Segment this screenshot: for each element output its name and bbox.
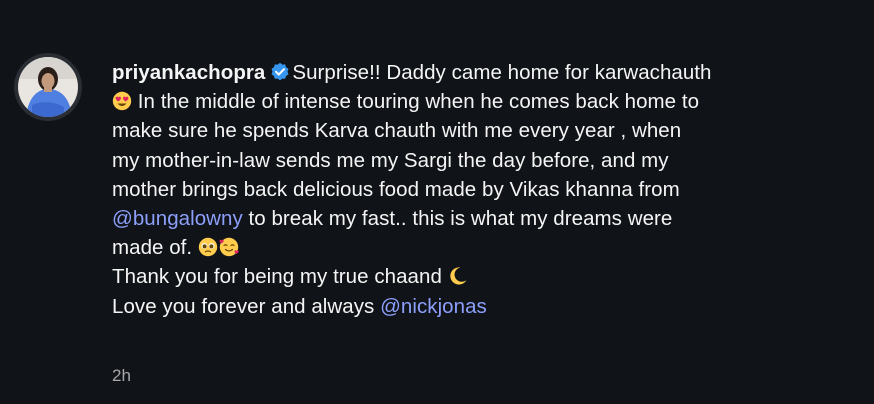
caption-line-4: my mother-in-law sends me my Sargi the d… [112, 148, 669, 172]
comment-caption: priyankachopra Surprise!! Daddy came hom… [112, 58, 868, 321]
caption-line-8: Thank you for being my true chaand [112, 262, 868, 291]
avatar[interactable] [14, 53, 82, 121]
caption-text-9: Love you forever and always [112, 294, 381, 318]
caption-text-6: to break my fast.. this is what my dream… [242, 207, 673, 231]
pleading-face-emoji-icon [198, 238, 218, 257]
caption-text-2: In the middle of intense touring when he… [132, 90, 700, 114]
caption-line-6: @bungalowny to break my fast.. this is w… [112, 204, 868, 233]
profile-photo [18, 57, 78, 117]
caption-line-2: In the middle of intense touring when he… [112, 87, 868, 116]
verified-badge-icon [271, 62, 289, 81]
caption-text-8: Thank you for being my true chaand [112, 265, 448, 289]
mention-nickjonas-link[interactable]: @nickjonas [380, 295, 487, 318]
smiling-face-with-hearts-emoji-icon [219, 238, 239, 257]
comment-timestamp[interactable]: 2h [112, 366, 131, 386]
caption-line-3: make sure he spends Karva chauth with me… [112, 119, 682, 143]
caption-line-5: mother brings back delicious food made b… [112, 177, 680, 201]
caption-text-7: made of. [112, 236, 198, 260]
caption-line-7: made of. [112, 233, 868, 262]
caption-line-9: Love you forever and always @nickjonas [112, 292, 868, 321]
mention-bungalowny-link[interactable]: @bungalowny [112, 207, 243, 230]
caption-text-1: Surprise!! Daddy came home for karwachau… [292, 61, 712, 84]
crescent-moon-emoji-icon [449, 267, 467, 285]
caption-line-1: priyankachopra Surprise!! Daddy came hom… [112, 58, 868, 87]
username-link[interactable]: priyankachopra [112, 61, 265, 84]
heart-eyes-emoji-icon [112, 92, 132, 111]
comment-panel: priyankachopra Surprise!! Daddy came hom… [0, 0, 874, 404]
